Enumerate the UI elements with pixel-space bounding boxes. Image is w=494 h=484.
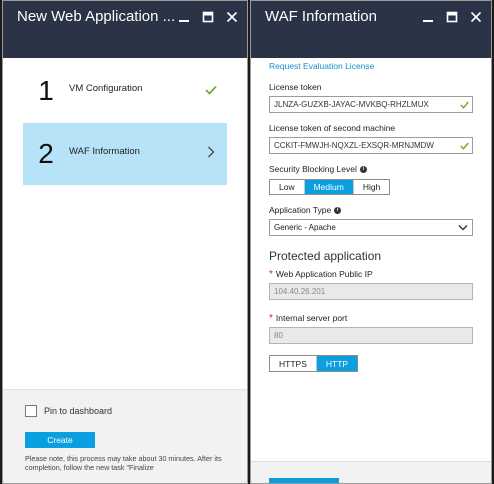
protocol-selector: HTTPS HTTP: [269, 355, 359, 372]
license-token-label: License token: [269, 82, 322, 92]
pin-label: Pin to dashboard: [44, 406, 113, 416]
license-token-second-input[interactable]: CCKIT-FMWJH-NQXZL-EXSQR-MRNJMDW: [269, 137, 473, 154]
application-type-select[interactable]: Generic - Apache: [269, 219, 473, 236]
application-type-text: Application Type: [269, 205, 332, 215]
waf-form: Request Evaluation License License token…: [251, 58, 491, 483]
checkmark-icon: [205, 82, 217, 100]
public-ip-input: 104.40.26.201: [269, 283, 473, 300]
blade-title: New Web Application ...: [17, 9, 176, 25]
header-controls: [421, 9, 483, 24]
license-token-value: JLNZA-GUZXB-JAYAC-MVKBQ-RHZLMUX: [274, 100, 429, 109]
public-ip-label-text: Web Application Public IP: [275, 269, 373, 279]
server-port-label: * Internal server port: [269, 312, 473, 324]
pin-checkbox[interactable]: [25, 405, 37, 417]
security-blocking-selector: Low Medium High: [269, 179, 391, 195]
ok-button[interactable]: [269, 478, 339, 483]
required-marker: *: [269, 269, 273, 280]
close-icon[interactable]: [469, 10, 483, 24]
protocol-option-https[interactable]: HTTPS: [270, 356, 317, 371]
application-type-value: Generic - Apache: [274, 223, 336, 232]
blade-title: WAF Information: [265, 9, 377, 25]
minimize-icon[interactable]: [177, 10, 191, 24]
waf-information-blade: WAF Information Request Evaluation Licen…: [250, 0, 492, 484]
license-token-input[interactable]: JLNZA-GUZXB-JAYAC-MVKBQ-RHZLMUX: [269, 96, 473, 113]
chevron-down-icon: [458, 224, 468, 233]
step-number: 1: [38, 75, 54, 106]
application-type-label: Application Type i: [269, 204, 473, 216]
minimize-icon[interactable]: [421, 10, 435, 24]
maximize-icon[interactable]: [445, 10, 459, 24]
server-port-label-text: Internal server port: [275, 313, 348, 323]
security-blocking-label: Security Blocking Level i: [269, 163, 473, 175]
blade-footer: Pin to dashboard Create Please note, thi…: [3, 389, 247, 483]
blade-header: WAF Information: [251, 1, 491, 58]
required-marker: *: [269, 313, 273, 324]
public-ip-label: * Web Application Public IP: [269, 268, 473, 280]
blocking-option-medium[interactable]: Medium: [304, 180, 354, 194]
security-blocking-text: Security Blocking Level: [269, 164, 357, 174]
header-controls: [177, 9, 239, 24]
step-label: VM Configuration: [69, 82, 143, 94]
license-token-second-value: CCKIT-FMWJH-NQXZL-EXSQR-MRNJMDW: [274, 141, 434, 150]
server-port-input: 80: [269, 327, 473, 344]
blade-footer: [251, 461, 491, 483]
checkmark-icon: [460, 142, 469, 152]
blade-header: New Web Application ...: [3, 1, 247, 58]
request-evaluation-license-link[interactable]: Request Evaluation License: [269, 60, 473, 72]
step-label: WAF Information: [69, 145, 140, 157]
close-icon[interactable]: [225, 10, 239, 24]
protocol-option-http[interactable]: HTTP: [316, 356, 358, 371]
chevron-right-icon: [207, 145, 215, 163]
protected-application-title: Protected application: [269, 249, 382, 263]
new-web-application-blade: New Web Application ... 1 VM Configurati…: [2, 0, 248, 484]
wizard-steps: 1 VM Configuration 2 WAF Information: [23, 63, 227, 189]
info-icon[interactable]: i: [334, 206, 342, 214]
blocking-option-high[interactable]: High: [353, 180, 390, 194]
create-button[interactable]: Create: [25, 432, 95, 448]
checkmark-icon: [460, 101, 469, 111]
license-token-second-label: License token of second machine: [269, 123, 396, 133]
pin-to-dashboard[interactable]: Pin to dashboard: [25, 404, 247, 418]
blocking-option-low[interactable]: Low: [270, 180, 305, 194]
step-vm-configuration[interactable]: 1 VM Configuration: [23, 63, 227, 119]
info-icon[interactable]: i: [359, 165, 367, 173]
step-waf-information[interactable]: 2 WAF Information: [23, 123, 227, 185]
process-note: Please note, this process may take about…: [25, 454, 222, 472]
step-number: 2: [38, 138, 54, 169]
maximize-icon[interactable]: [201, 10, 215, 24]
